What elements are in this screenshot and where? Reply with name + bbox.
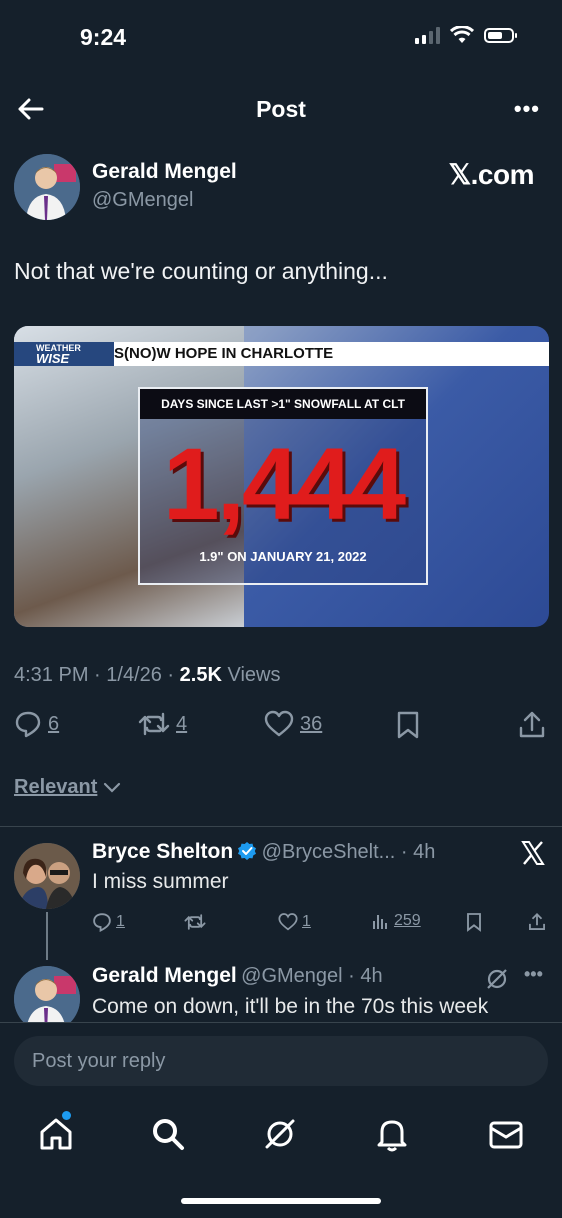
wifi-icon xyxy=(450,26,474,43)
more-options-icon[interactable]: ••• xyxy=(514,96,540,122)
author-avatar[interactable] xyxy=(14,154,80,220)
post-time: 4:31 PM xyxy=(14,664,89,686)
reply-author-handle[interactable]: @BryceShelt... xyxy=(262,841,396,863)
reply-item: Gerald Mengel @GMengel · 4h ••• Come on … xyxy=(0,960,562,1022)
repost-count: 4 xyxy=(176,712,188,735)
divider xyxy=(0,826,562,827)
author-handle[interactable]: @GMengel xyxy=(92,189,193,212)
bookmark-icon xyxy=(397,711,419,739)
graphic-banner: WEATHER WISE S(NO)W HOPE IN CHARLOTTE xyxy=(14,342,549,366)
grok-icon[interactable] xyxy=(484,966,510,992)
reply-like-button[interactable]: 1 xyxy=(278,912,311,932)
repost-icon xyxy=(184,914,206,930)
reply-reply-button[interactable]: 1 xyxy=(92,912,125,932)
share-icon xyxy=(529,913,545,930)
source-badge: 𝕏.com xyxy=(448,159,535,190)
logo-bottom-text: WISE xyxy=(36,351,70,366)
messages-envelope-icon[interactable] xyxy=(486,1114,526,1154)
reply-reply-count: 1 xyxy=(116,913,125,930)
heart-icon xyxy=(278,913,298,931)
reply-like-count: 1 xyxy=(302,913,311,930)
tab-bar xyxy=(0,1102,562,1172)
share-icon xyxy=(519,711,545,738)
reply-views-button[interactable]: 259 xyxy=(372,912,421,930)
x-logo-icon xyxy=(521,841,545,865)
battery-icon xyxy=(484,27,517,43)
post-text: Not that we're counting or anything... xyxy=(14,258,388,284)
reply-text: I miss summer xyxy=(92,870,229,893)
reply-input[interactable] xyxy=(32,1049,548,1073)
reply-header: Gerald Mengel @GMengel · 4h xyxy=(92,964,383,987)
count-box: DAYS SINCE LAST >1" SNOWFALL AT CLT 1,44… xyxy=(138,387,428,585)
graphic-headline: S(NO)W HOPE IN CHARLOTTE xyxy=(114,345,334,362)
reply-more-icon[interactable]: ••• xyxy=(524,964,543,985)
status-time: 9:24 xyxy=(80,24,127,50)
grok-icon[interactable] xyxy=(260,1114,300,1154)
verified-badge-icon xyxy=(238,842,257,860)
views-count: 2.5K xyxy=(179,664,222,686)
reply-bookmark-button[interactable] xyxy=(466,912,482,932)
post-actions: 6 4 36 xyxy=(14,710,548,744)
count-caption: DAYS SINCE LAST >1" SNOWFALL AT CLT xyxy=(140,389,426,419)
heart-icon xyxy=(264,710,294,737)
reply-composer[interactable] xyxy=(14,1036,548,1086)
like-button[interactable]: 36 xyxy=(264,710,322,738)
reply-icon xyxy=(93,913,111,932)
reply-text: Come on down, it'll be in the 70s this w… xyxy=(92,995,489,1018)
signal-icon xyxy=(415,26,440,44)
home-indicator xyxy=(181,1198,381,1204)
reply-author-handle[interactable]: @GMengel xyxy=(241,965,342,987)
reply-header: Bryce Shelton @BryceShelt... · 4h xyxy=(92,840,436,863)
like-count: 36 xyxy=(300,712,323,735)
days-count: 1,444 xyxy=(162,427,406,541)
reply-avatar[interactable] xyxy=(14,966,80,1022)
status-icons xyxy=(415,26,517,44)
reply-button[interactable]: 6 xyxy=(14,710,59,738)
post-meta: 4:31 PM · 1/4/26 · 2.5K Views xyxy=(14,664,281,686)
views-icon xyxy=(373,915,387,929)
reply-age: 4h xyxy=(360,965,383,987)
reply-avatar[interactable] xyxy=(14,843,80,909)
reply-count: 6 xyxy=(48,712,60,735)
thread-line xyxy=(46,912,48,960)
reply-author-name[interactable]: Gerald Mengel xyxy=(92,964,237,987)
views-label: Views xyxy=(227,664,281,686)
bookmark-button[interactable] xyxy=(396,710,420,740)
weather-wise-logo: WEATHER WISE xyxy=(14,342,114,366)
notification-dot xyxy=(62,1111,71,1120)
share-button[interactable] xyxy=(518,710,546,740)
chevron-down-icon xyxy=(104,782,121,793)
reply-share-button[interactable] xyxy=(528,912,546,932)
sort-label: Relevant xyxy=(14,776,98,798)
reply-age: 4h xyxy=(413,841,436,863)
last-snowfall-date: 1.9" ON JANUARY 21, 2022 xyxy=(199,549,367,564)
home-icon[interactable] xyxy=(36,1114,76,1154)
divider xyxy=(0,1022,562,1023)
repost-icon xyxy=(138,712,170,736)
sort-dropdown[interactable]: Relevant xyxy=(14,776,121,799)
repost-button[interactable]: 4 xyxy=(138,710,187,738)
post-date: 1/4/26 xyxy=(106,664,162,686)
post-image[interactable]: WEATHER WISE S(NO)W HOPE IN CHARLOTTE DA… xyxy=(14,326,549,627)
reply-actions: 1 1 259 xyxy=(92,912,548,936)
reply-repost-button[interactable] xyxy=(184,912,206,932)
reply-views-count: 259 xyxy=(394,912,421,929)
page-title: Post xyxy=(256,96,306,122)
bookmark-icon xyxy=(467,913,481,932)
author-name[interactable]: Gerald Mengel xyxy=(92,160,237,184)
reply-icon xyxy=(15,711,41,738)
notifications-bell-icon[interactable] xyxy=(372,1114,412,1154)
search-icon[interactable] xyxy=(148,1114,188,1154)
reply-author-name[interactable]: Bryce Shelton xyxy=(92,840,233,863)
